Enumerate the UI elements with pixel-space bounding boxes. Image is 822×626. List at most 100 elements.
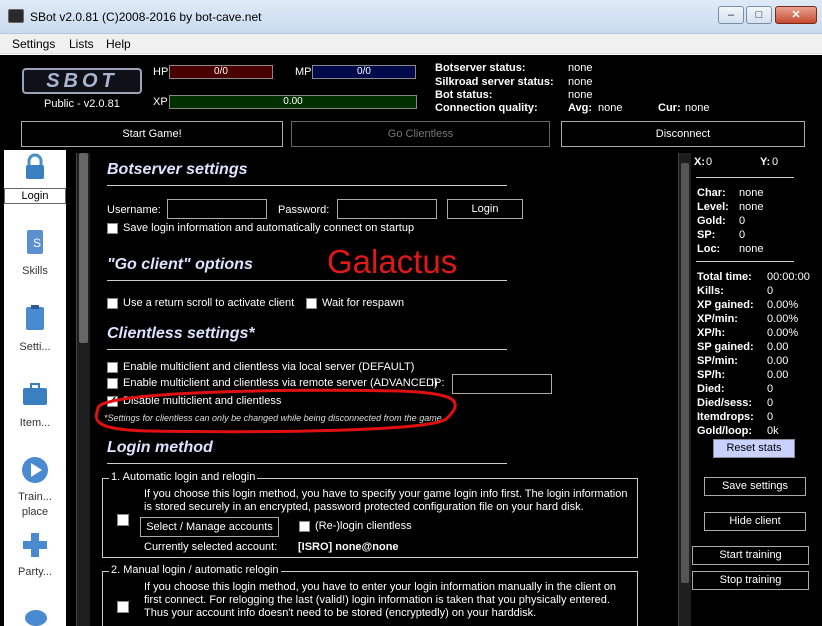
username-label: Username: <box>107 204 161 216</box>
mp-label: MP <box>295 66 312 78</box>
cloud-icon <box>25 610 47 626</box>
x-value: 0 <box>706 156 713 168</box>
level-value: none <box>739 201 764 213</box>
nav-training-label: Train... place <box>18 491 52 518</box>
sp-gained-label: SP gained: <box>697 341 754 353</box>
login-button[interactable]: Login <box>447 199 523 219</box>
loc-value: none <box>739 243 764 255</box>
divider <box>107 280 507 281</box>
botserver-status-label: Botserver status: <box>435 62 526 74</box>
menu-bar: Settings Lists Help <box>0 34 822 54</box>
save-login-label: Save login information and automatically… <box>123 222 415 234</box>
manage-accounts-button[interactable]: Select / Manage accounts <box>140 517 279 537</box>
sp-min-value: 0.00 <box>767 355 789 367</box>
auto-login-checkbox[interactable] <box>117 514 129 526</box>
xp-min-value: 0.00% <box>767 313 799 325</box>
char-value: none <box>739 187 764 199</box>
divider <box>107 185 507 186</box>
xp-gained-label: XP gained: <box>697 299 754 311</box>
manual-login-checkbox[interactable] <box>117 601 129 613</box>
left-nav: Login S Skills Setti... Item... Train...… <box>4 150 66 626</box>
xp-bar: 0.00 <box>169 95 417 109</box>
menu-help[interactable]: Help <box>106 37 131 51</box>
minimize-button[interactable]: – <box>718 6 744 24</box>
content-scrollbar[interactable] <box>678 153 691 626</box>
settings-panel: Botserver settings Username: Password: L… <box>90 153 678 626</box>
x-label: X: <box>694 156 705 168</box>
cur-label: Cur: <box>658 102 681 114</box>
sp-label: SP: <box>697 229 716 241</box>
sbot-logo: SBOT <box>22 68 142 94</box>
username-input[interactable] <box>167 199 267 219</box>
auto-login-desc-1: If you choose this login method, you hav… <box>144 488 628 500</box>
go-clientless-button[interactable]: Go Clientless <box>291 121 550 147</box>
current-account-value: [ISRO] none@none <box>298 541 399 553</box>
xp-gained-value: 0.00% <box>767 299 799 311</box>
close-button[interactable]: ✕ <box>775 6 817 24</box>
gold-value: 0 <box>739 215 746 227</box>
cur-value: none <box>685 102 710 114</box>
local-server-checkbox[interactable] <box>107 362 118 373</box>
botserver-settings-title: Botserver settings <box>107 161 248 178</box>
disconnect-button[interactable]: Disconnect <box>561 121 805 147</box>
start-training-button[interactable]: Start training <box>692 546 809 565</box>
manual-login-desc-2: first connect. For relogging the last (v… <box>144 594 610 606</box>
galactus-watermark: Galactus <box>327 243 458 280</box>
gold-loop-label: Gold/loop: <box>697 425 752 437</box>
hp-label: HP <box>153 66 169 78</box>
title-bar: SBot v2.0.81 (C)2008-2016 by bot-cave.ne… <box>0 0 822 34</box>
sp-h-label: SP/h: <box>697 369 726 381</box>
password-input[interactable] <box>337 199 437 219</box>
level-label: Level: <box>697 201 729 213</box>
connection-quality-label: Connection quality: <box>435 102 538 114</box>
return-scroll-checkbox[interactable] <box>107 298 118 309</box>
red-highlight-ellipse <box>94 388 457 434</box>
start-game-button[interactable]: Start Game! <box>21 121 283 147</box>
mp-bar: 0/0 <box>312 65 416 79</box>
nav-items-label: Item... <box>19 417 51 429</box>
y-label: Y: <box>760 156 771 168</box>
char-label: Char: <box>697 187 726 199</box>
save-settings-button[interactable]: Save settings <box>704 477 806 496</box>
loc-label: Loc: <box>697 243 721 255</box>
spellbook-icon: S <box>27 230 43 254</box>
nav-party-label: Party... <box>17 566 53 578</box>
save-login-checkbox[interactable] <box>107 223 118 234</box>
auto-login-desc-2: is stored securely in an encrypted, pass… <box>144 501 584 513</box>
relogin-clientless-checkbox[interactable] <box>299 521 310 532</box>
botserver-status-value: none <box>568 62 593 74</box>
died-label: Died: <box>697 383 725 395</box>
play-icon <box>22 457 48 483</box>
nav-scroll-thumb[interactable] <box>79 153 88 343</box>
divider <box>107 463 507 464</box>
menu-lists[interactable]: Lists <box>69 37 94 51</box>
nav-login-label: Login <box>4 188 66 204</box>
login-method-title: Login method <box>107 439 213 456</box>
password-label: Password: <box>278 204 330 216</box>
nav-scrollbar[interactable] <box>76 153 90 626</box>
local-server-label: Enable multiclient and clientless via lo… <box>123 361 415 373</box>
hide-client-button[interactable]: Hide client <box>704 512 806 531</box>
itemdrops-label: Itemdrops: <box>697 411 754 423</box>
version-label: Public - v2.0.81 <box>44 98 120 110</box>
content-scroll-thumb[interactable] <box>681 163 689 583</box>
sp-value: 0 <box>739 229 746 241</box>
divider <box>696 177 794 178</box>
reset-stats-button[interactable]: Reset stats <box>713 439 795 458</box>
itemdrops-value: 0 <box>767 411 774 423</box>
briefcase-icon <box>23 383 47 405</box>
relogin-clientless-label: (Re-)login clientless <box>315 520 412 532</box>
maximize-button[interactable]: □ <box>746 6 772 24</box>
silkroad-status-label: Silkroad server status: <box>435 76 554 88</box>
menu-settings[interactable]: Settings <box>12 37 55 51</box>
xp-min-label: XP/min: <box>697 313 738 325</box>
died-sess-value: 0 <box>767 397 774 409</box>
clipboard-icon <box>26 305 44 330</box>
died-sess-label: Died/sess: <box>697 397 753 409</box>
total-time-value: 00:00:00 <box>767 271 810 283</box>
bot-status-label: Bot status: <box>435 89 493 101</box>
go-client-options-title: "Go client" options <box>107 256 253 273</box>
wait-respawn-checkbox[interactable] <box>306 298 317 309</box>
stop-training-button[interactable]: Stop training <box>692 571 809 590</box>
y-value: 0 <box>772 156 779 168</box>
